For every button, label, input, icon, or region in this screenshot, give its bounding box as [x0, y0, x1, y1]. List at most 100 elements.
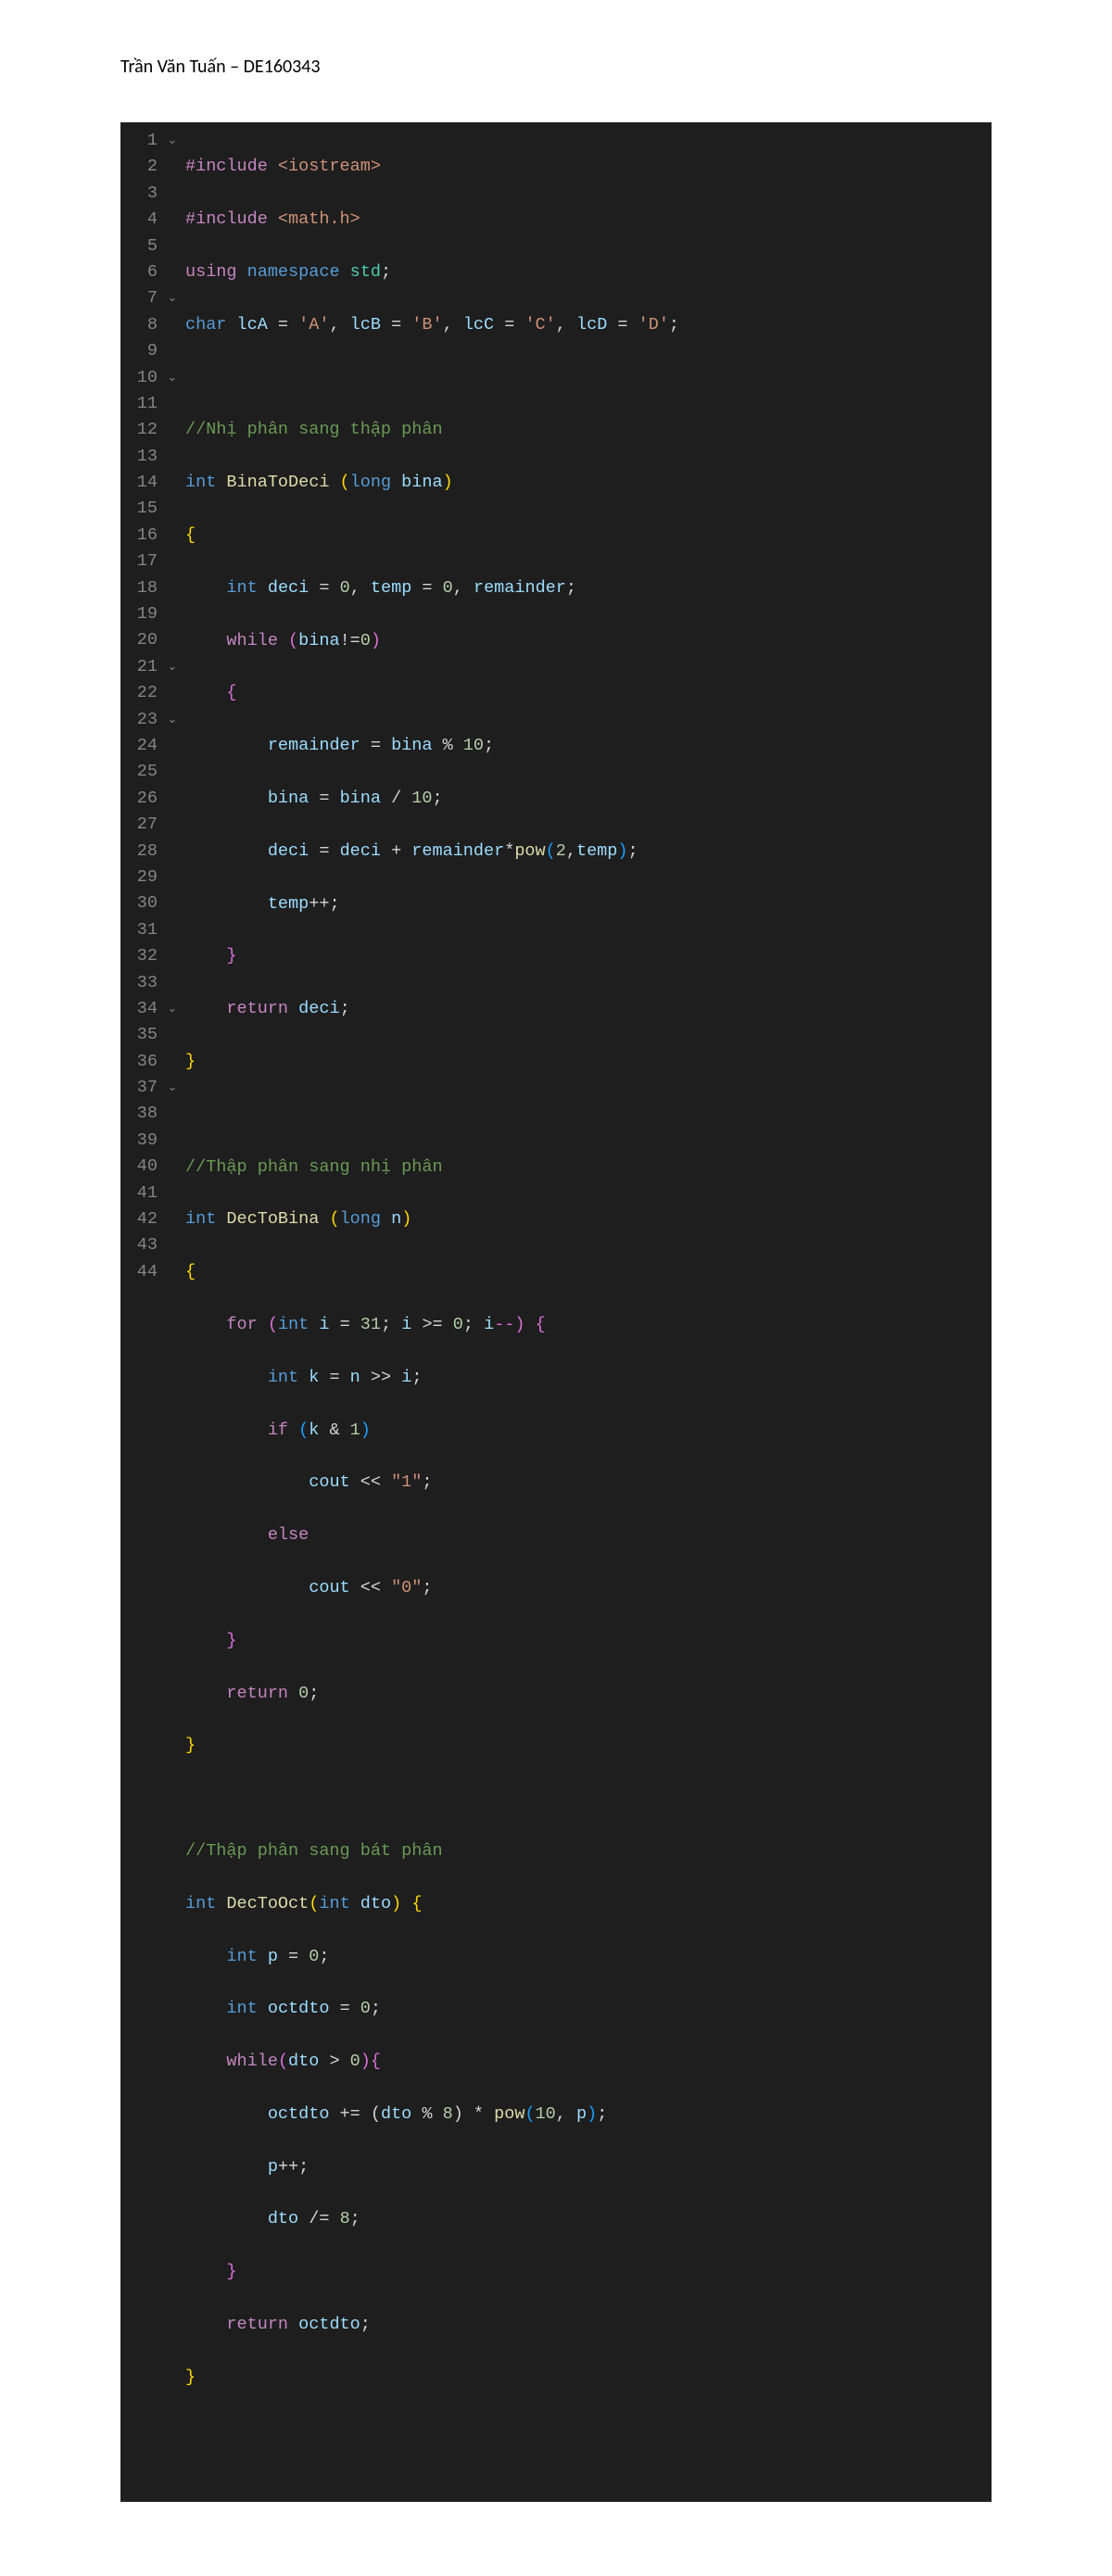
- line-number: 7: [120, 285, 158, 311]
- code-line: return octdto;: [185, 2312, 992, 2338]
- code-line: int k = n >> i;: [185, 1365, 992, 1391]
- line-number: 19: [120, 601, 158, 627]
- line-number: 22: [120, 680, 158, 706]
- line-number: 34: [120, 996, 158, 1022]
- code-line: cout << "1";: [185, 1470, 992, 1496]
- line-number: 41: [120, 1181, 158, 1206]
- line-number: 14: [120, 470, 158, 496]
- line-number: 30: [120, 890, 158, 916]
- line-number: 37: [120, 1075, 158, 1101]
- code-line: [185, 365, 992, 391]
- line-number: 15: [120, 496, 158, 522]
- code-line: char lcA = 'A', lcB = 'B', lcC = 'C', lc…: [185, 312, 992, 338]
- code-line: for (int i = 31; i >= 0; i--) {: [185, 1312, 992, 1338]
- line-number: 28: [120, 839, 158, 865]
- line-number: 13: [120, 444, 158, 470]
- line-number: 18: [120, 575, 158, 601]
- chevron-down-icon[interactable]: ⌄: [163, 128, 182, 154]
- line-number: 39: [120, 1128, 158, 1154]
- chevron-down-icon[interactable]: ⌄: [163, 707, 182, 733]
- line-number: 32: [120, 943, 158, 969]
- code-line: //Thập phân sang bát phân: [185, 1838, 992, 1864]
- line-number: 20: [120, 627, 158, 653]
- line-numbers-gutter: 1 2 3 4 5 6 7 8 9 10 11 12 13 14 15 16 1…: [120, 128, 163, 2496]
- chevron-down-icon[interactable]: ⌄: [163, 285, 182, 311]
- code-line: cout << "0";: [185, 1575, 992, 1601]
- code-content: #include <iostream> #include <math.h> us…: [182, 128, 992, 2496]
- line-number: 3: [120, 181, 158, 207]
- code-line: while (bina!=0): [185, 628, 992, 654]
- code-line: {: [185, 1259, 992, 1285]
- line-number: 11: [120, 391, 158, 417]
- code-line: }: [185, 1628, 992, 1654]
- fold-column: ⌄ ⌄ ⌄ ⌄ ⌄: [163, 128, 182, 2496]
- line-number: 25: [120, 759, 158, 785]
- line-number: 40: [120, 1154, 158, 1180]
- line-number: 17: [120, 549, 158, 575]
- line-number: 35: [120, 1022, 158, 1048]
- code-line: {: [185, 523, 992, 549]
- code-line: return 0;: [185, 1681, 992, 1707]
- code-line: }: [185, 2365, 992, 2391]
- code-line: p++;: [185, 2154, 992, 2180]
- line-number: 16: [120, 523, 158, 549]
- code-line: [185, 1786, 992, 1812]
- code-line: int DecToBina (long n): [185, 1206, 992, 1232]
- code-line: remainder = bina % 10;: [185, 733, 992, 759]
- code-line: using namespace std;: [185, 259, 992, 285]
- document-page: Trần Văn Tuấn – DE160343 1 2 3 4 5 6 7 8…: [0, 0, 1112, 2576]
- code-line: }: [185, 2259, 992, 2285]
- line-number: 5: [120, 234, 158, 259]
- code-line: //Thập phân sang nhị phân: [185, 1155, 992, 1181]
- code-line: {: [185, 680, 992, 706]
- line-number: 23: [120, 707, 158, 733]
- line-number: 2: [120, 154, 158, 180]
- line-number: 21: [120, 654, 158, 680]
- line-number: 4: [120, 207, 158, 233]
- chevron-down-icon[interactable]: ⌄: [163, 996, 182, 1022]
- code-line: octdto += (dto % 8) * pow(10, p);: [185, 2102, 992, 2128]
- code-line: #include <math.h>: [185, 207, 992, 233]
- code-line: if (k & 1): [185, 1418, 992, 1444]
- line-number: 33: [120, 970, 158, 996]
- code-line: //Nhị phân sang thập phân: [185, 417, 992, 443]
- line-number: 27: [120, 812, 158, 838]
- line-number: 12: [120, 417, 158, 443]
- code-line: }: [185, 943, 992, 969]
- line-number: 8: [120, 312, 158, 338]
- line-number: 1: [120, 128, 158, 154]
- code-line: int p = 0;: [185, 1944, 992, 1970]
- chevron-down-icon[interactable]: ⌄: [163, 365, 182, 391]
- code-line: deci = deci + remainder*pow(2,temp);: [185, 839, 992, 865]
- code-line: return deci;: [185, 996, 992, 1022]
- line-number: 43: [120, 1232, 158, 1258]
- chevron-down-icon[interactable]: ⌄: [163, 1075, 182, 1101]
- chevron-down-icon[interactable]: ⌄: [163, 654, 182, 680]
- line-number: 9: [120, 338, 158, 364]
- page-header: Trần Văn Tuấn – DE160343: [120, 56, 992, 78]
- line-number: 36: [120, 1049, 158, 1075]
- code-line: dto /= 8;: [185, 2206, 992, 2232]
- line-number: 42: [120, 1206, 158, 1232]
- code-line: else: [185, 1522, 992, 1548]
- code-line: int deci = 0, temp = 0, remainder;: [185, 575, 992, 601]
- line-number: 10: [120, 365, 158, 391]
- code-line: temp++;: [185, 891, 992, 917]
- line-number: 38: [120, 1101, 158, 1127]
- code-line: while(dto > 0){: [185, 2049, 992, 2075]
- code-line: #include <iostream>: [185, 154, 992, 180]
- line-number: 26: [120, 786, 158, 812]
- line-number: 24: [120, 733, 158, 759]
- code-line: [185, 1102, 992, 1128]
- code-editor: 1 2 3 4 5 6 7 8 9 10 11 12 13 14 15 16 1…: [120, 122, 992, 2502]
- code-line: bina = bina / 10;: [185, 786, 992, 812]
- code-line: [185, 2418, 992, 2443]
- code-line: int BinaToDeci (long bina): [185, 470, 992, 496]
- code-line: }: [185, 1049, 992, 1075]
- line-number: 6: [120, 259, 158, 285]
- line-number: 31: [120, 917, 158, 943]
- line-number: 29: [120, 865, 158, 890]
- code-line: int octdto = 0;: [185, 1996, 992, 2022]
- line-number: 44: [120, 1259, 158, 1285]
- code-line: int DecToOct(int dto) {: [185, 1891, 992, 1917]
